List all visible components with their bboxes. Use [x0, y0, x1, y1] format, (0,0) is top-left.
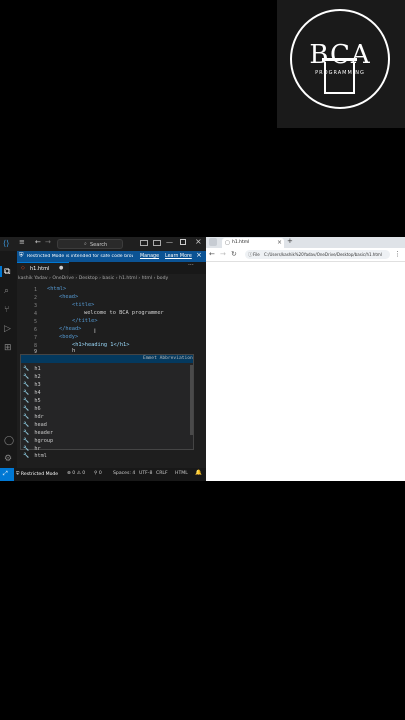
address-bar[interactable]: ⓘ File C:/Users/kashik%20Yadav/OneDrive/… [245, 250, 390, 259]
maximize-icon[interactable] [180, 239, 186, 245]
breadcrumb-item[interactable]: kashik Yadav [18, 276, 48, 281]
unsaved-dot-icon[interactable]: ● [59, 265, 63, 271]
minimize-icon[interactable]: — [166, 238, 173, 246]
line-number: 2 [33, 295, 37, 301]
remote-indicator[interactable]: ⤢ [0, 468, 14, 481]
learn-more-link[interactable]: Learn More [165, 254, 192, 259]
address-text: C:/Users/kashik%20Yadav/OneDrive/Desktop… [264, 252, 382, 257]
status-problems[interactable]: ⊗ 0 ⚠ 0 [67, 471, 85, 476]
status-spaces[interactable]: Spaces: 4 [113, 471, 135, 476]
breadcrumb-item[interactable]: h1.html [119, 276, 137, 281]
back-arrow-icon[interactable]: ← [35, 238, 41, 246]
bell-icon[interactable]: 🔔 [195, 470, 202, 476]
line-number: 1 [33, 287, 37, 293]
account-icon[interactable]: ◯ [4, 436, 14, 446]
wrench-icon: 🔧 [23, 453, 30, 459]
suggestion-scrollbar[interactable] [190, 365, 193, 435]
banner-text: Restricted Mode is intended for safe cod… [27, 253, 133, 259]
line-number: 6 [33, 327, 37, 333]
code-line: </title> [72, 318, 98, 324]
line-number: 4 [33, 311, 37, 317]
line-number: 7 [33, 335, 37, 341]
status-ports[interactable]: ⚲ 0 [94, 471, 102, 476]
run-debug-icon[interactable]: ▷ [4, 324, 11, 334]
tab-h1-html[interactable]: ◇ h1.html ● [17, 262, 69, 274]
code-line: <html> [47, 286, 67, 292]
vscode-logo-icon: ⟨⟩ [3, 239, 10, 248]
new-tab-button[interactable]: + [287, 237, 293, 245]
manage-link[interactable]: Manage [140, 254, 159, 259]
search-icon: ⌕ [84, 241, 87, 247]
logo-main-text: BCA [309, 40, 371, 70]
mouse-cursor-icon: I [94, 328, 96, 335]
status-encoding[interactable]: UTF-8 [139, 471, 152, 476]
logo-sub-text: PROGRAMMING [315, 70, 365, 76]
code-line: <body> [59, 334, 79, 340]
browser-tab-title: h1.html [232, 240, 250, 245]
command-center[interactable]: ⌕ Search [57, 239, 123, 249]
tab-close-icon[interactable]: × [277, 239, 282, 246]
html-file-icon: ◇ [21, 265, 25, 271]
search-view-icon[interactable]: ⌕ [4, 286, 9, 296]
shield-icon: ⛨ [19, 252, 24, 259]
panel-icon[interactable] [153, 240, 161, 246]
gear-icon[interactable]: ⚙ [4, 454, 12, 464]
code-line: <head> [59, 294, 79, 300]
search-label: Search [90, 241, 108, 248]
menu-icon[interactable]: ≡ [19, 238, 25, 246]
breadcrumb: kashik Yadav › OneDrive › Desktop › basi… [17, 274, 206, 284]
address-prefix: File [253, 252, 260, 257]
active-indicator [0, 266, 2, 277]
forward-icon[interactable]: → [220, 250, 226, 258]
suggestion-detail: Emmet Abbreviation [143, 355, 193, 361]
tab-actions-icon[interactable] [209, 238, 217, 246]
banner-close-icon[interactable]: × [196, 251, 202, 259]
line-number: 5 [33, 319, 37, 325]
code-line: <title> [72, 302, 95, 308]
remote-icon: ⤢ [3, 470, 8, 477]
breadcrumb-item[interactable]: Desktop [79, 276, 98, 281]
explorer-icon[interactable]: ⧉ [4, 267, 10, 277]
suggestion-item[interactable]: 🔧 html [23, 442, 47, 461]
info-icon: ⓘ [248, 252, 253, 258]
source-control-icon[interactable]: ⑂ [4, 305, 9, 315]
code-line: welcome to BCA programmer [84, 310, 164, 316]
page-icon: ▢ [225, 239, 230, 246]
line-number: 3 [33, 303, 37, 309]
back-icon[interactable]: ← [209, 250, 215, 258]
breadcrumb-item[interactable]: html [142, 276, 152, 281]
layout-icon[interactable] [140, 240, 148, 246]
extensions-icon[interactable]: ⊞ [4, 343, 12, 353]
code-line: <h1>heading 1</h1> [72, 342, 130, 348]
status-eol[interactable]: CRLF [156, 471, 168, 476]
browser-window [206, 237, 405, 481]
status-restricted[interactable]: ⛨ Restricted Mode [16, 471, 58, 477]
breadcrumb-item[interactable]: body [157, 276, 168, 281]
browser-tab[interactable]: ▢ h1.html × [222, 238, 284, 248]
forward-arrow-icon[interactable]: → [45, 238, 51, 246]
breadcrumb-item[interactable]: basic [102, 276, 114, 281]
code-line: </head> [59, 326, 82, 332]
tab-label: h1.html [30, 265, 50, 272]
close-icon[interactable]: × [195, 237, 202, 246]
more-actions-icon[interactable]: ··· [188, 262, 194, 269]
reload-icon[interactable]: ↻ [231, 250, 237, 258]
status-language[interactable]: HTML [175, 471, 188, 476]
browser-menu-icon[interactable]: ⋮ [394, 250, 401, 258]
breadcrumb-item[interactable]: OneDrive [52, 276, 74, 281]
